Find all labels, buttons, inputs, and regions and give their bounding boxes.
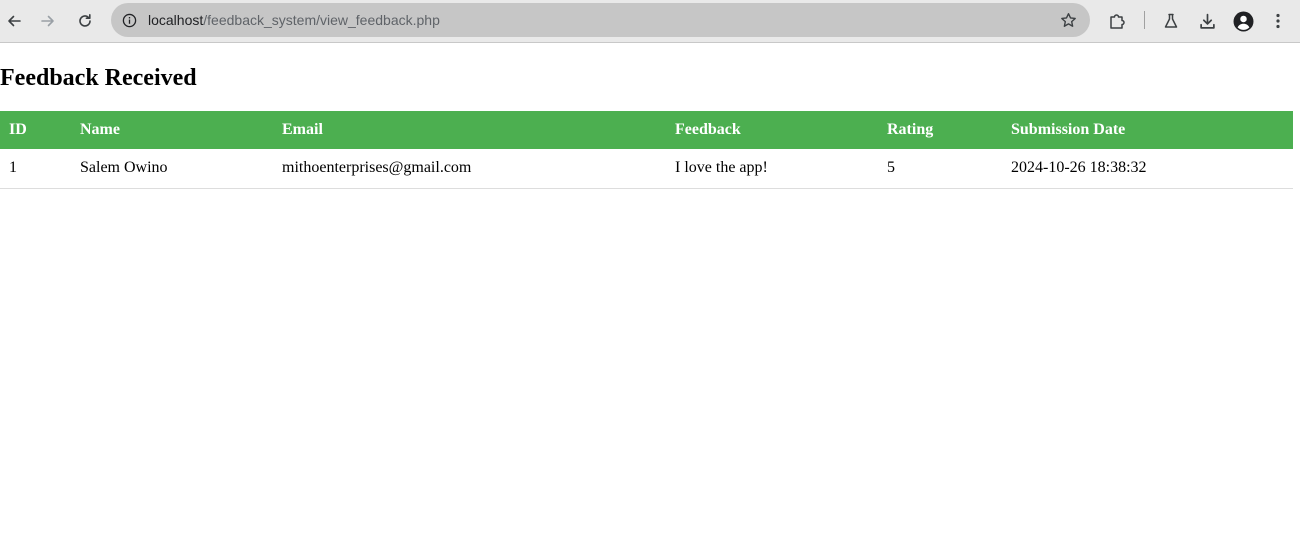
forward-arrow-icon <box>41 15 54 27</box>
profile-avatar-icon <box>1233 11 1253 31</box>
cell-rating: 5 <box>878 149 1002 189</box>
browser-toolbar: localhost/feedback_system/view_feedback.… <box>0 0 1300 43</box>
flask-icon <box>1164 13 1178 28</box>
column-header-feedback: Feedback <box>666 111 878 149</box>
column-header-name: Name <box>71 111 273 149</box>
puzzle-icon <box>1110 14 1125 29</box>
info-icon <box>122 13 136 27</box>
table-header-row: ID Name Email Feedback Rating Submission… <box>0 111 1293 149</box>
labs-button[interactable] <box>1158 8 1184 34</box>
cell-submission-date: 2024-10-26 18:38:32 <box>1002 149 1293 189</box>
bookmark-button[interactable] <box>1058 10 1078 30</box>
feedback-table: ID Name Email Feedback Rating Submission… <box>0 111 1293 189</box>
forward-button[interactable] <box>35 8 61 34</box>
kebab-menu-icon <box>1276 13 1280 29</box>
back-button[interactable] <box>1 8 27 34</box>
column-header-submission-date: Submission Date <box>1002 111 1293 149</box>
toolbar-divider <box>1144 11 1145 29</box>
reload-button[interactable] <box>72 8 98 34</box>
menu-button[interactable] <box>1265 8 1291 34</box>
column-header-email: Email <box>273 111 666 149</box>
column-header-id: ID <box>0 111 71 149</box>
url-host: localhost <box>148 12 204 28</box>
profile-button[interactable] <box>1230 8 1256 34</box>
column-header-rating: Rating <box>878 111 1002 149</box>
url-text[interactable]: localhost/feedback_system/view_feedback.… <box>148 11 440 29</box>
reload-icon <box>79 14 91 27</box>
extensions-button[interactable] <box>1104 8 1130 34</box>
site-info-button[interactable] <box>120 11 138 29</box>
back-arrow-icon <box>8 15 21 27</box>
table-row: 1 Salem Owino mithoenterprises@gmail.com… <box>0 149 1293 189</box>
cell-email: mithoenterprises@gmail.com <box>273 149 666 189</box>
cell-name: Salem Owino <box>71 149 273 189</box>
star-icon <box>1060 12 1076 27</box>
cell-id: 1 <box>0 149 71 189</box>
cell-feedback: I love the app! <box>666 149 878 189</box>
page-title: Feedback Received <box>0 65 197 91</box>
page-content: Feedback Received ID Name Email Feedback… <box>0 44 1300 537</box>
url-path: /feedback_system/view_feedback.php <box>203 12 440 28</box>
download-icon <box>1199 13 1215 29</box>
address-bar[interactable]: localhost/feedback_system/view_feedback.… <box>111 3 1090 37</box>
downloads-button[interactable] <box>1194 8 1220 34</box>
